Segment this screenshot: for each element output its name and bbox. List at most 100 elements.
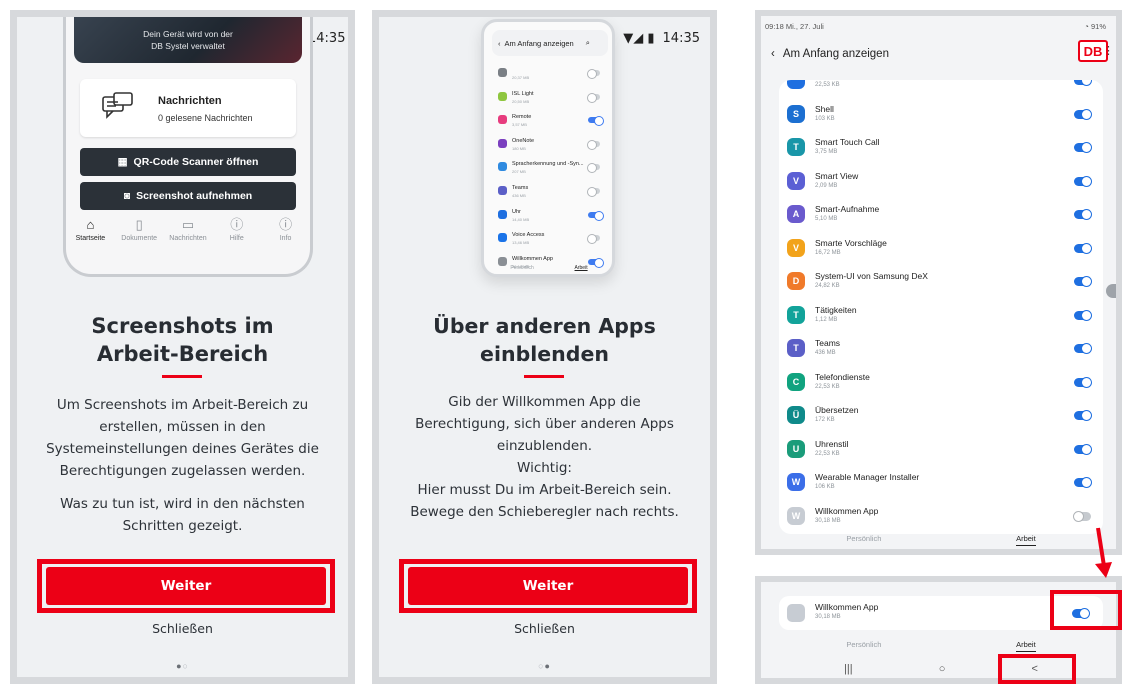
toggle-switch[interactable] <box>587 139 600 150</box>
next-button[interactable]: Weiter <box>46 567 326 605</box>
status-bar: ▼◢ ▮ 14:35 <box>623 31 700 46</box>
app-row[interactable]: V Smart View 2,09 MB <box>779 165 1103 199</box>
mini-app-row[interactable]: 20,37 MB <box>490 62 608 86</box>
toggle-switch[interactable] <box>588 210 604 221</box>
next-button[interactable]: Weiter <box>408 567 688 605</box>
app-list: 22,53 KB S Shell 103 KB T Smart Touch Call 3,7… <box>779 80 1103 534</box>
nav-messages[interactable]: ▭ Nachrichten <box>166 217 210 257</box>
app-icon: S <box>787 104 805 123</box>
tab-work[interactable]: Arbeit <box>575 265 588 274</box>
toggle-switch[interactable] <box>588 257 604 268</box>
app-row[interactable]: T Tätigkeiten 1,12 MB <box>779 299 1103 333</box>
toggle-switch[interactable] <box>1073 510 1091 522</box>
app-size: 5,10 MB <box>815 216 838 222</box>
home-button[interactable]: ○ <box>939 663 946 675</box>
toggle-switch[interactable] <box>1074 80 1092 86</box>
app-row[interactable]: W Wearable Manager Installer 106 KB <box>779 466 1103 500</box>
app-icon <box>787 80 805 89</box>
toggle-switch[interactable] <box>1074 108 1092 120</box>
willkommen-app-icon <box>787 604 805 622</box>
toggle-switch[interactable] <box>1074 209 1092 220</box>
recents-button[interactable]: ||| <box>844 663 853 675</box>
status-time: 14:35 <box>308 31 346 46</box>
tab-personal[interactable]: Persönlich <box>846 640 881 654</box>
nav-label: Dokumente <box>121 235 158 242</box>
app-row[interactable]: W Willkommen App 30,18 MB <box>779 500 1103 534</box>
banner-line: DB Systel verwaltet <box>151 41 225 51</box>
toggle-switch[interactable] <box>1074 477 1092 488</box>
toggle-switch[interactable] <box>1074 142 1092 153</box>
toggle-switch[interactable] <box>1074 175 1092 187</box>
profile-tabs: Persönlich Arbeit <box>779 534 1103 549</box>
app-row[interactable]: U Uhrenstil 22,53 KB <box>779 433 1103 467</box>
app-row[interactable]: 22,53 KB <box>779 80 1103 98</box>
mini-app-row[interactable]: Spracherkennung und -Syn... 207 MB <box>490 156 608 180</box>
app-row[interactable]: D System-UI von Samsung DeX 24,82 KB <box>779 265 1103 299</box>
app-row[interactable]: V Smarte Vorschläge 16,72 MB <box>779 232 1103 266</box>
toggle-switch[interactable] <box>1074 410 1092 421</box>
toggle-switch[interactable] <box>587 163 600 174</box>
toggle-switch[interactable] <box>587 69 600 79</box>
app-size: 20,37 MB <box>512 75 530 80</box>
toggle-switch[interactable] <box>1074 376 1092 388</box>
toggle-switch[interactable] <box>1074 443 1092 455</box>
body-line: Bewege den Schieberegler nach rechts. <box>410 504 679 520</box>
qr-scanner-button[interactable]: ▦ QR-Code Scanner öffnen <box>80 148 296 176</box>
nav-home[interactable]: ⌂ Startseite <box>68 217 112 257</box>
close-link[interactable]: Schließen <box>17 621 348 636</box>
app-name: Shell <box>815 103 834 114</box>
toggle-switch[interactable] <box>1074 242 1092 254</box>
app-row[interactable]: T Teams 436 MB <box>779 332 1103 366</box>
nav-help[interactable]: ⓘ Hilfe <box>215 217 259 257</box>
app-name: Remote <box>512 114 532 121</box>
app-icon: A <box>787 205 805 223</box>
app-row[interactable]: C Telefondienste 22,53 KB <box>779 366 1103 400</box>
toggle-switch[interactable] <box>1074 343 1092 354</box>
back-icon[interactable]: ‹ <box>771 48 775 60</box>
app-icon <box>498 185 507 195</box>
toggle-switch[interactable] <box>587 92 600 103</box>
mini-app-row[interactable]: Uhr 14,40 MB <box>490 204 608 228</box>
close-link[interactable]: Schließen <box>379 621 710 636</box>
app-size: 207 MB <box>512 169 526 175</box>
body-line: Berechtigungen zugelassen werden. <box>59 463 306 479</box>
tab-personal[interactable]: Persönlich <box>846 534 881 549</box>
app-row[interactable]: Ü Übersetzen 172 KB <box>779 399 1103 433</box>
mini-app-row[interactable]: ISL Light 20,50 MB <box>490 86 608 110</box>
app-name: Telefondienste <box>815 371 870 382</box>
mini-app-row[interactable]: OneNote 180 MB <box>490 133 608 157</box>
app-icon <box>498 138 507 148</box>
screenshot-label: Screenshot aufnehmen <box>136 190 253 202</box>
screenshot-button[interactable]: ◙ Screenshot aufnehmen <box>80 182 296 210</box>
nav-info[interactable]: ⓘ Info <box>264 217 308 257</box>
body-line: Wichtig: <box>517 460 572 476</box>
nav-label: Nachrichten <box>169 235 207 242</box>
body-line: Schritten gezeigt. <box>122 518 243 534</box>
app-row[interactable]: T Smart Touch Call 3,75 MB <box>779 131 1103 165</box>
toggle-switch[interactable] <box>588 116 604 127</box>
app-icon <box>498 68 507 77</box>
app-size: 22,53 KB <box>815 82 840 88</box>
app-name: Willkommen App <box>815 602 879 612</box>
mini-app-row[interactable]: Voice Access 13,46 MB <box>490 227 608 251</box>
app-name: ISL Light <box>512 90 534 97</box>
tab-work[interactable]: Arbeit <box>1016 534 1036 546</box>
toggle-switch[interactable] <box>1074 309 1092 321</box>
more-options-icon[interactable]: ⋮ <box>1103 44 1114 57</box>
tab-personal[interactable]: Persönlich <box>510 265 533 274</box>
app-name: Teams <box>815 338 841 348</box>
app-size: 3,57 MB <box>512 122 527 128</box>
mini-app-row[interactable]: Remote 3,57 MB <box>490 109 608 133</box>
body-line: erstellen, müssen in den <box>99 419 266 435</box>
nav-documents[interactable]: ▯ Dokumente <box>117 217 161 257</box>
toggle-switch[interactable] <box>587 234 600 245</box>
toggle-switch[interactable] <box>587 186 600 197</box>
app-size: 106 KB <box>815 484 835 490</box>
app-size: 30,18 MB <box>815 614 841 620</box>
tab-work[interactable]: Arbeit <box>1016 640 1036 652</box>
edge-panel-handle[interactable] <box>1106 284 1116 298</box>
app-row[interactable]: S Shell 103 KB <box>779 98 1103 132</box>
app-row[interactable]: A Smart-Aufnahme 5,10 MB <box>779 198 1103 232</box>
mini-app-row[interactable]: Teams 436 MB <box>490 180 608 204</box>
toggle-switch[interactable] <box>1074 276 1092 287</box>
